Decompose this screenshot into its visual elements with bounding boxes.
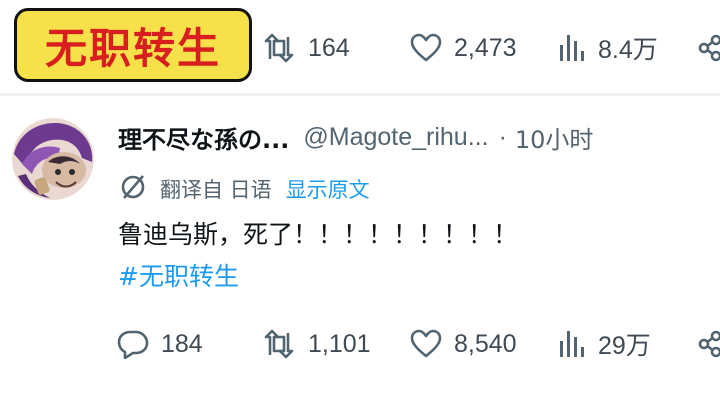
retweet-icon xyxy=(262,33,296,63)
views-icon xyxy=(558,33,586,63)
retweet-count: 1,101 xyxy=(308,329,371,358)
heart-icon xyxy=(410,329,442,359)
display-name[interactable]: 理不尽な孫の... xyxy=(118,120,289,155)
hashtag-link[interactable]: #无职转生 xyxy=(118,257,239,293)
show-original-link[interactable]: 显示原文 xyxy=(286,174,370,204)
share-icon xyxy=(698,329,720,359)
top-retweet-stat[interactable]: 164 xyxy=(262,28,350,68)
top-stats-row: 164 2,473 8.4万 xyxy=(0,28,720,68)
like-stat[interactable]: 8,540 xyxy=(410,324,517,364)
tweet-header: 理不尽な孫の... @Magote_rihu... · 10小时 xyxy=(118,117,593,157)
views-count: 29万 xyxy=(598,332,651,360)
avatar[interactable] xyxy=(12,118,94,200)
translation-notice: 翻译自 日语 显示原文 xyxy=(118,170,370,208)
previous-tweet-tail: 无职转生 164 2,473 8.4万 xyxy=(0,0,720,94)
views-icon xyxy=(558,329,586,359)
tweet-stats-row: 184 1,101 8,540 29万 xyxy=(0,324,720,364)
heart-icon xyxy=(410,33,442,63)
tweet-text: 鲁迪乌斯，死了！！！！！！！！！ xyxy=(118,220,519,249)
translate-icon xyxy=(118,172,148,206)
views-stat[interactable]: 29万 xyxy=(558,324,651,364)
top-views-count: 8.4万 xyxy=(598,36,658,64)
like-count: 8,540 xyxy=(454,329,517,358)
tweet-time[interactable]: 10小时 xyxy=(515,120,594,155)
top-views-stat[interactable]: 8.4万 xyxy=(558,28,658,68)
reply-icon xyxy=(117,329,149,359)
top-share-stat[interactable] xyxy=(698,28,720,68)
separator-dot: · xyxy=(498,122,507,151)
translated-from-label: 翻译自 日语 xyxy=(160,178,272,202)
share-stat[interactable] xyxy=(698,324,720,364)
retweet-icon xyxy=(262,329,296,359)
top-retweet-count: 164 xyxy=(308,33,350,62)
share-icon xyxy=(698,33,720,63)
retweet-stat[interactable]: 1,101 xyxy=(262,324,371,364)
top-like-stat[interactable]: 2,473 xyxy=(410,28,517,68)
reply-stat[interactable]: 184 xyxy=(117,324,203,364)
top-like-count: 2,473 xyxy=(454,33,517,62)
reply-count: 184 xyxy=(161,329,203,358)
user-handle[interactable]: @Magote_rihu... xyxy=(303,123,488,152)
tweet-divider xyxy=(0,93,720,96)
